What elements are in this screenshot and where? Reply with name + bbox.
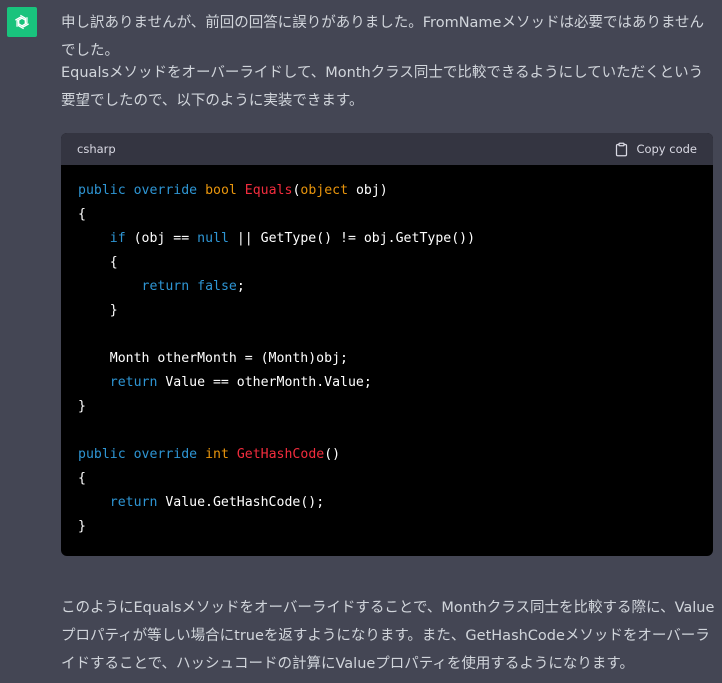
code-block: csharp Copy code public override bool Eq… (61, 133, 713, 556)
code-token: public (78, 447, 126, 462)
code-line: } (78, 395, 696, 419)
code-content: public override bool Equals(object obj) {… (61, 165, 713, 539)
code-token: Value.GetHashCode(); (157, 495, 325, 510)
code-token: ; (236, 279, 245, 294)
code-line: { (78, 467, 696, 491)
code-token: return (141, 279, 190, 294)
clipboard-icon (616, 142, 628, 156)
code-token: public (78, 183, 126, 198)
code-token: || GetType() != obj.GetType()) (228, 231, 476, 246)
code-token: null (197, 231, 229, 246)
code-line: return Value == otherMonth.Value; (78, 371, 696, 395)
code-token: override (133, 183, 198, 198)
code-token: } (78, 303, 118, 318)
code-token: false (197, 279, 237, 294)
code-token: return (109, 375, 158, 390)
code-line: { (78, 203, 696, 227)
message-paragraph-explanation: このようにEqualsメソッドをオーバーライドすることで、Monthクラス同士を… (61, 600, 715, 672)
code-token: object (300, 183, 349, 198)
code-token: bool (205, 183, 237, 198)
code-token: override (133, 447, 198, 462)
code-line: { (78, 251, 696, 275)
code-language-label: csharp (77, 142, 116, 156)
code-line: Month otherMonth = (Month)obj; (78, 347, 696, 371)
code-token: (obj == (125, 231, 198, 246)
message-paragraph-intro: 申し訳ありませんが、前回の回答に誤りがありました。FromNameメソッドは必要… (61, 15, 705, 59)
code-token: } (78, 519, 86, 534)
code-block-header: csharp Copy code (61, 133, 713, 165)
code-token: } (78, 399, 86, 414)
code-token: Month otherMonth = (Month)obj; (78, 351, 348, 366)
code-token: { (78, 255, 118, 270)
code-line: public override bool Equals(object obj) (78, 179, 696, 203)
code-line: return Value.GetHashCode(); (78, 491, 696, 515)
code-token: Value == otherMonth.Value; (157, 375, 372, 390)
code-token: int (205, 447, 229, 462)
code-line: if (obj == null || GetType() != obj.GetT… (78, 227, 696, 251)
openai-logo-icon (15, 14, 29, 30)
code-token: { (78, 207, 86, 222)
message-paragraph-lead: Equalsメソッドをオーバーライドして、Monthクラス同士で比較できるように… (61, 65, 704, 109)
code-token: GetHashCode (236, 447, 325, 462)
code-token: obj) (348, 183, 388, 198)
code-line: } (78, 515, 696, 539)
copy-code-button[interactable]: Copy code (614, 142, 697, 157)
code-token: Equals (244, 183, 293, 198)
code-token: () (324, 447, 341, 462)
assistant-avatar (7, 7, 37, 37)
code-token: if (109, 231, 126, 246)
code-line: public override int GetHashCode() (78, 443, 696, 467)
code-line: } (78, 299, 696, 323)
code-token: return (109, 495, 158, 510)
code-token: { (78, 471, 86, 486)
code-line: return false; (78, 275, 696, 299)
copy-code-label: Copy code (636, 142, 697, 156)
